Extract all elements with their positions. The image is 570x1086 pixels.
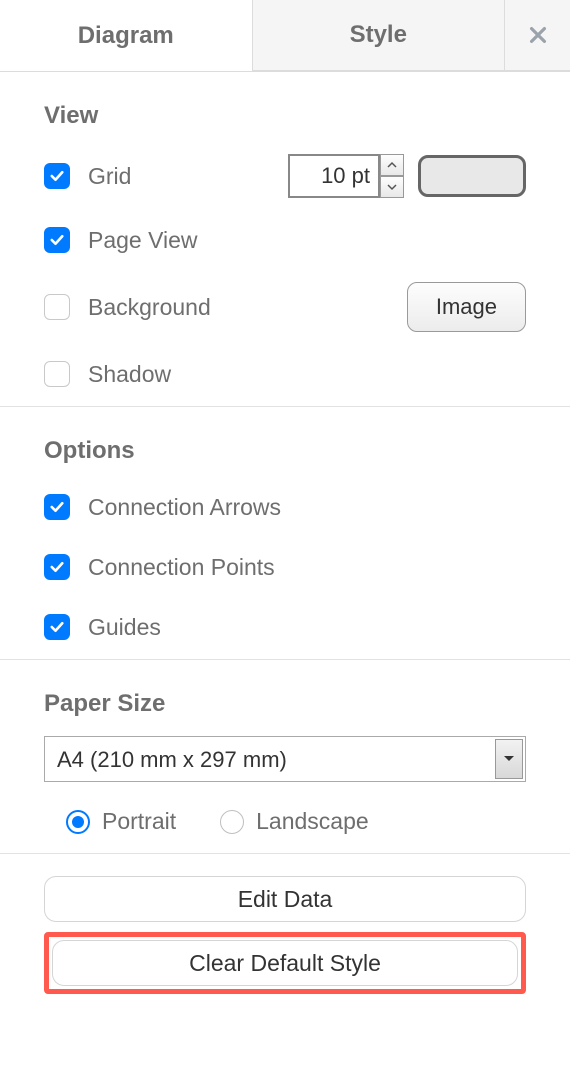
grid-size-control	[288, 154, 404, 198]
bottom-actions: Edit Data Clear Default Style	[0, 876, 570, 994]
close-icon	[527, 24, 549, 46]
connection-arrows-row: Connection Arrows	[44, 489, 526, 525]
paper-size-select-wrap: A4 (210 mm x 297 mm)	[44, 736, 526, 782]
check-icon	[48, 498, 66, 516]
connection-points-row: Connection Points	[44, 549, 526, 585]
highlight-frame: Clear Default Style	[44, 932, 526, 994]
paper-size-title: Paper Size	[44, 690, 526, 718]
check-icon	[48, 618, 66, 636]
clear-default-style-button[interactable]: Clear Default Style	[52, 940, 518, 986]
connection-arrows-label: Connection Arrows	[88, 494, 281, 521]
tab-diagram[interactable]: Diagram	[0, 0, 252, 71]
edit-data-button[interactable]: Edit Data	[44, 876, 526, 922]
check-icon	[48, 558, 66, 576]
view-title: View	[44, 102, 526, 130]
options-title: Options	[44, 437, 526, 465]
landscape-radio[interactable]: Landscape	[220, 808, 369, 835]
view-section: View Grid	[0, 72, 570, 854]
orientation-row: Portrait Landscape	[44, 808, 526, 835]
page-view-checkbox[interactable]	[44, 227, 70, 253]
guides-checkbox[interactable]	[44, 614, 70, 640]
grid-label: Grid	[88, 163, 131, 190]
shadow-row: Shadow	[44, 356, 526, 392]
check-icon	[48, 167, 66, 185]
check-icon	[48, 231, 66, 249]
portrait-label: Portrait	[102, 808, 176, 835]
grid-checkbox[interactable]	[44, 163, 70, 189]
portrait-radio[interactable]: Portrait	[66, 808, 176, 835]
close-panel-button[interactable]	[504, 0, 570, 71]
grid-step-down[interactable]	[380, 176, 404, 198]
grid-color-swatch[interactable]	[418, 155, 526, 197]
guides-label: Guides	[88, 614, 161, 641]
page-view-label: Page View	[88, 227, 198, 254]
connection-points-checkbox[interactable]	[44, 554, 70, 580]
radio-icon	[66, 810, 90, 834]
radio-icon	[220, 810, 244, 834]
background-checkbox[interactable]	[44, 294, 70, 320]
grid-step-up[interactable]	[380, 154, 404, 176]
chevron-up-icon	[387, 161, 397, 169]
shadow-checkbox[interactable]	[44, 361, 70, 387]
connection-arrows-checkbox[interactable]	[44, 494, 70, 520]
tab-bar: Diagram Style	[0, 0, 570, 72]
divider	[0, 406, 570, 407]
divider	[0, 659, 570, 660]
chevron-down-icon	[387, 183, 397, 191]
shadow-label: Shadow	[88, 361, 171, 388]
background-label: Background	[88, 294, 211, 321]
page-view-row: Page View	[44, 222, 526, 258]
tab-style[interactable]: Style	[252, 0, 505, 71]
guides-row: Guides	[44, 609, 526, 645]
background-image-button[interactable]: Image	[407, 282, 526, 332]
divider	[0, 853, 570, 854]
paper-size-select[interactable]: A4 (210 mm x 297 mm)	[44, 736, 526, 782]
connection-points-label: Connection Points	[88, 554, 275, 581]
grid-size-input[interactable]	[288, 154, 380, 198]
background-row: Background Image	[44, 282, 526, 332]
grid-row: Grid	[44, 154, 526, 198]
grid-stepper	[380, 154, 404, 198]
landscape-label: Landscape	[256, 808, 369, 835]
